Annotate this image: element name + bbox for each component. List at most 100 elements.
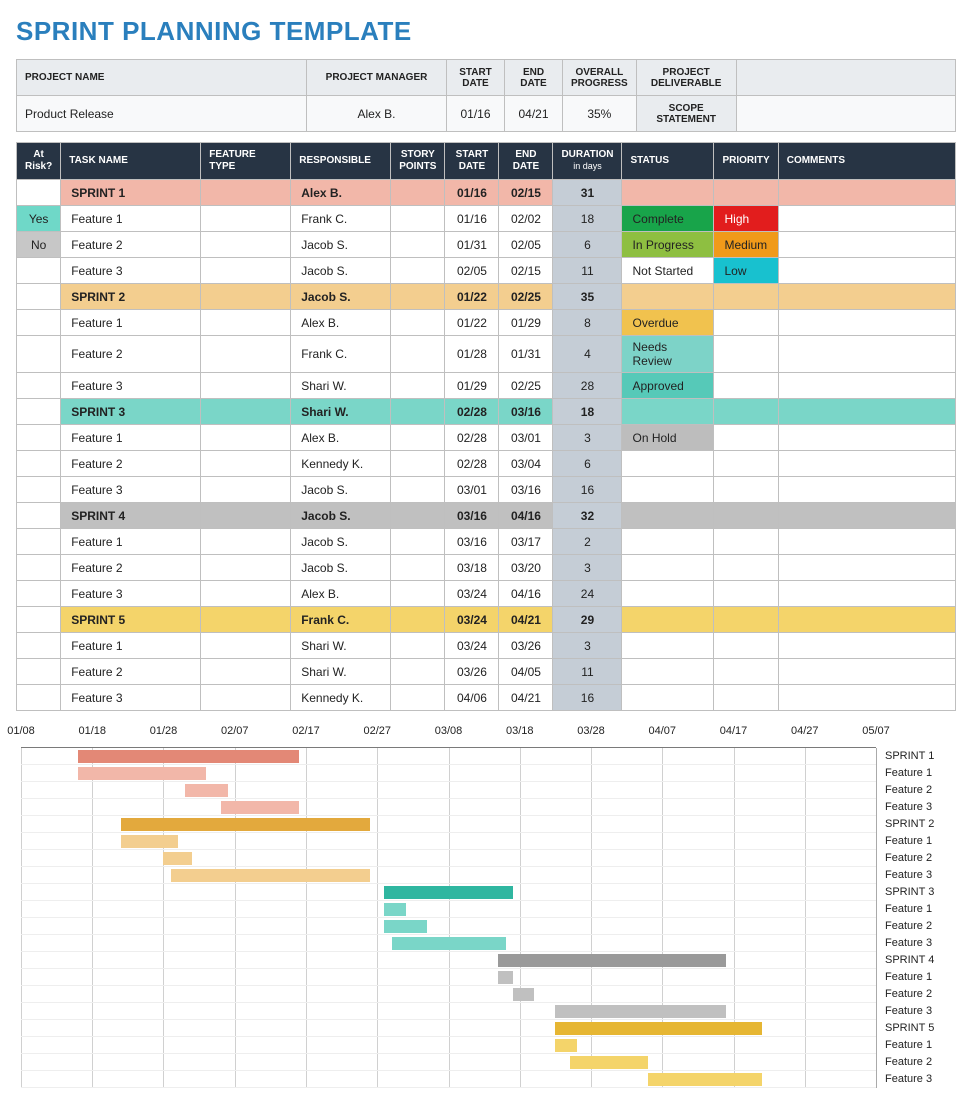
cell-risk[interactable] [17, 555, 61, 581]
cell-start[interactable]: 03/26 [445, 659, 499, 685]
cell-responsible[interactable]: Jacob S. [291, 529, 391, 555]
cell-comments[interactable] [778, 373, 955, 399]
cell-status[interactable] [622, 555, 714, 581]
cell-feature[interactable] [201, 310, 291, 336]
cell-task[interactable]: Feature 3 [61, 477, 201, 503]
cell-end[interactable]: 04/05 [499, 659, 553, 685]
cell-priority[interactable]: High [714, 206, 778, 232]
cell-start[interactable]: 03/24 [445, 581, 499, 607]
cell-task[interactable]: SPRINT 3 [61, 399, 201, 425]
cell-feature[interactable] [201, 232, 291, 258]
task-row[interactable]: Feature 3Kennedy K.04/0604/2116 [17, 685, 956, 711]
cell-feature[interactable] [201, 336, 291, 373]
cell-start[interactable]: 03/24 [445, 633, 499, 659]
sprint-row[interactable]: SPRINT 4Jacob S.03/1604/1632 [17, 503, 956, 529]
cell-responsible[interactable]: Jacob S. [291, 284, 391, 310]
cell-duration[interactable]: 24 [553, 581, 622, 607]
cell-comments[interactable] [778, 425, 955, 451]
cell-status[interactable]: Approved [622, 373, 714, 399]
cell-story[interactable] [391, 373, 445, 399]
cell-status[interactable]: Needs Review [622, 336, 714, 373]
cell-status[interactable] [622, 607, 714, 633]
cell-story[interactable] [391, 206, 445, 232]
task-row[interactable]: Feature 1Shari W.03/2403/263 [17, 633, 956, 659]
cell-responsible[interactable]: Shari W. [291, 659, 391, 685]
cell-status[interactable] [622, 659, 714, 685]
cell-start[interactable]: 01/22 [445, 310, 499, 336]
cell-risk[interactable] [17, 258, 61, 284]
cell-duration[interactable]: 16 [553, 685, 622, 711]
cell-responsible[interactable]: Alex B. [291, 425, 391, 451]
cell-duration[interactable]: 31 [553, 180, 622, 206]
cell-start[interactable]: 02/05 [445, 258, 499, 284]
cell-duration[interactable]: 6 [553, 232, 622, 258]
cell-comments[interactable] [778, 633, 955, 659]
cell-priority[interactable] [714, 633, 778, 659]
cell-risk[interactable] [17, 503, 61, 529]
cell-feature[interactable] [201, 685, 291, 711]
cell-duration[interactable]: 18 [553, 399, 622, 425]
cell-duration[interactable]: 4 [553, 336, 622, 373]
cell-start[interactable]: 03/16 [445, 529, 499, 555]
cell-start[interactable]: 01/16 [445, 206, 499, 232]
cell-risk[interactable] [17, 659, 61, 685]
cell-feature[interactable] [201, 607, 291, 633]
cell-feature[interactable] [201, 633, 291, 659]
task-row[interactable]: Feature 3Alex B.03/2404/1624 [17, 581, 956, 607]
cell-priority[interactable]: Medium [714, 232, 778, 258]
cell-start[interactable]: 01/16 [445, 180, 499, 206]
cell-feature[interactable] [201, 529, 291, 555]
cell-risk[interactable] [17, 581, 61, 607]
cell-start[interactable]: 04/06 [445, 685, 499, 711]
cell-story[interactable] [391, 180, 445, 206]
cell-status[interactable]: On Hold [622, 425, 714, 451]
cell-story[interactable] [391, 258, 445, 284]
cell-priority[interactable] [714, 659, 778, 685]
cell-story[interactable] [391, 633, 445, 659]
cell-task[interactable]: Feature 2 [61, 336, 201, 373]
cell-comments[interactable] [778, 258, 955, 284]
cell-end[interactable]: 02/25 [499, 373, 553, 399]
cell-duration[interactable]: 8 [553, 310, 622, 336]
value-scope-statement[interactable] [736, 96, 955, 132]
cell-responsible[interactable]: Frank C. [291, 607, 391, 633]
cell-risk[interactable]: No [17, 232, 61, 258]
cell-task[interactable]: Feature 3 [61, 685, 201, 711]
cell-end[interactable]: 01/31 [499, 336, 553, 373]
task-row[interactable]: Feature 2Shari W.03/2604/0511 [17, 659, 956, 685]
cell-responsible[interactable]: Jacob S. [291, 258, 391, 284]
cell-task[interactable]: Feature 2 [61, 555, 201, 581]
cell-comments[interactable] [778, 607, 955, 633]
cell-task[interactable]: SPRINT 2 [61, 284, 201, 310]
cell-end[interactable]: 03/20 [499, 555, 553, 581]
cell-responsible[interactable]: Alex B. [291, 310, 391, 336]
cell-duration[interactable]: 29 [553, 607, 622, 633]
cell-status[interactable]: Complete [622, 206, 714, 232]
cell-task[interactable]: Feature 2 [61, 659, 201, 685]
cell-risk[interactable] [17, 180, 61, 206]
cell-start[interactable]: 02/28 [445, 399, 499, 425]
task-row[interactable]: Feature 2Jacob S.03/1803/203 [17, 555, 956, 581]
task-row[interactable]: Feature 2Frank C.01/2801/314Needs Review [17, 336, 956, 373]
cell-task[interactable]: Feature 3 [61, 581, 201, 607]
cell-status[interactable]: Not Started [622, 258, 714, 284]
task-row[interactable]: Feature 1Alex B.01/2201/298Overdue [17, 310, 956, 336]
cell-duration[interactable]: 11 [553, 258, 622, 284]
cell-duration[interactable]: 2 [553, 529, 622, 555]
cell-end[interactable]: 02/15 [499, 180, 553, 206]
cell-priority[interactable] [714, 425, 778, 451]
sprint-row[interactable]: SPRINT 3Shari W.02/2803/1618 [17, 399, 956, 425]
cell-status[interactable] [622, 284, 714, 310]
cell-story[interactable] [391, 336, 445, 373]
cell-feature[interactable] [201, 477, 291, 503]
cell-feature[interactable] [201, 180, 291, 206]
cell-story[interactable] [391, 685, 445, 711]
cell-comments[interactable] [778, 206, 955, 232]
cell-end[interactable]: 03/16 [499, 399, 553, 425]
cell-comments[interactable] [778, 685, 955, 711]
cell-feature[interactable] [201, 206, 291, 232]
cell-task[interactable]: Feature 1 [61, 425, 201, 451]
cell-risk[interactable] [17, 373, 61, 399]
cell-task[interactable]: SPRINT 1 [61, 180, 201, 206]
cell-end[interactable]: 04/21 [499, 685, 553, 711]
